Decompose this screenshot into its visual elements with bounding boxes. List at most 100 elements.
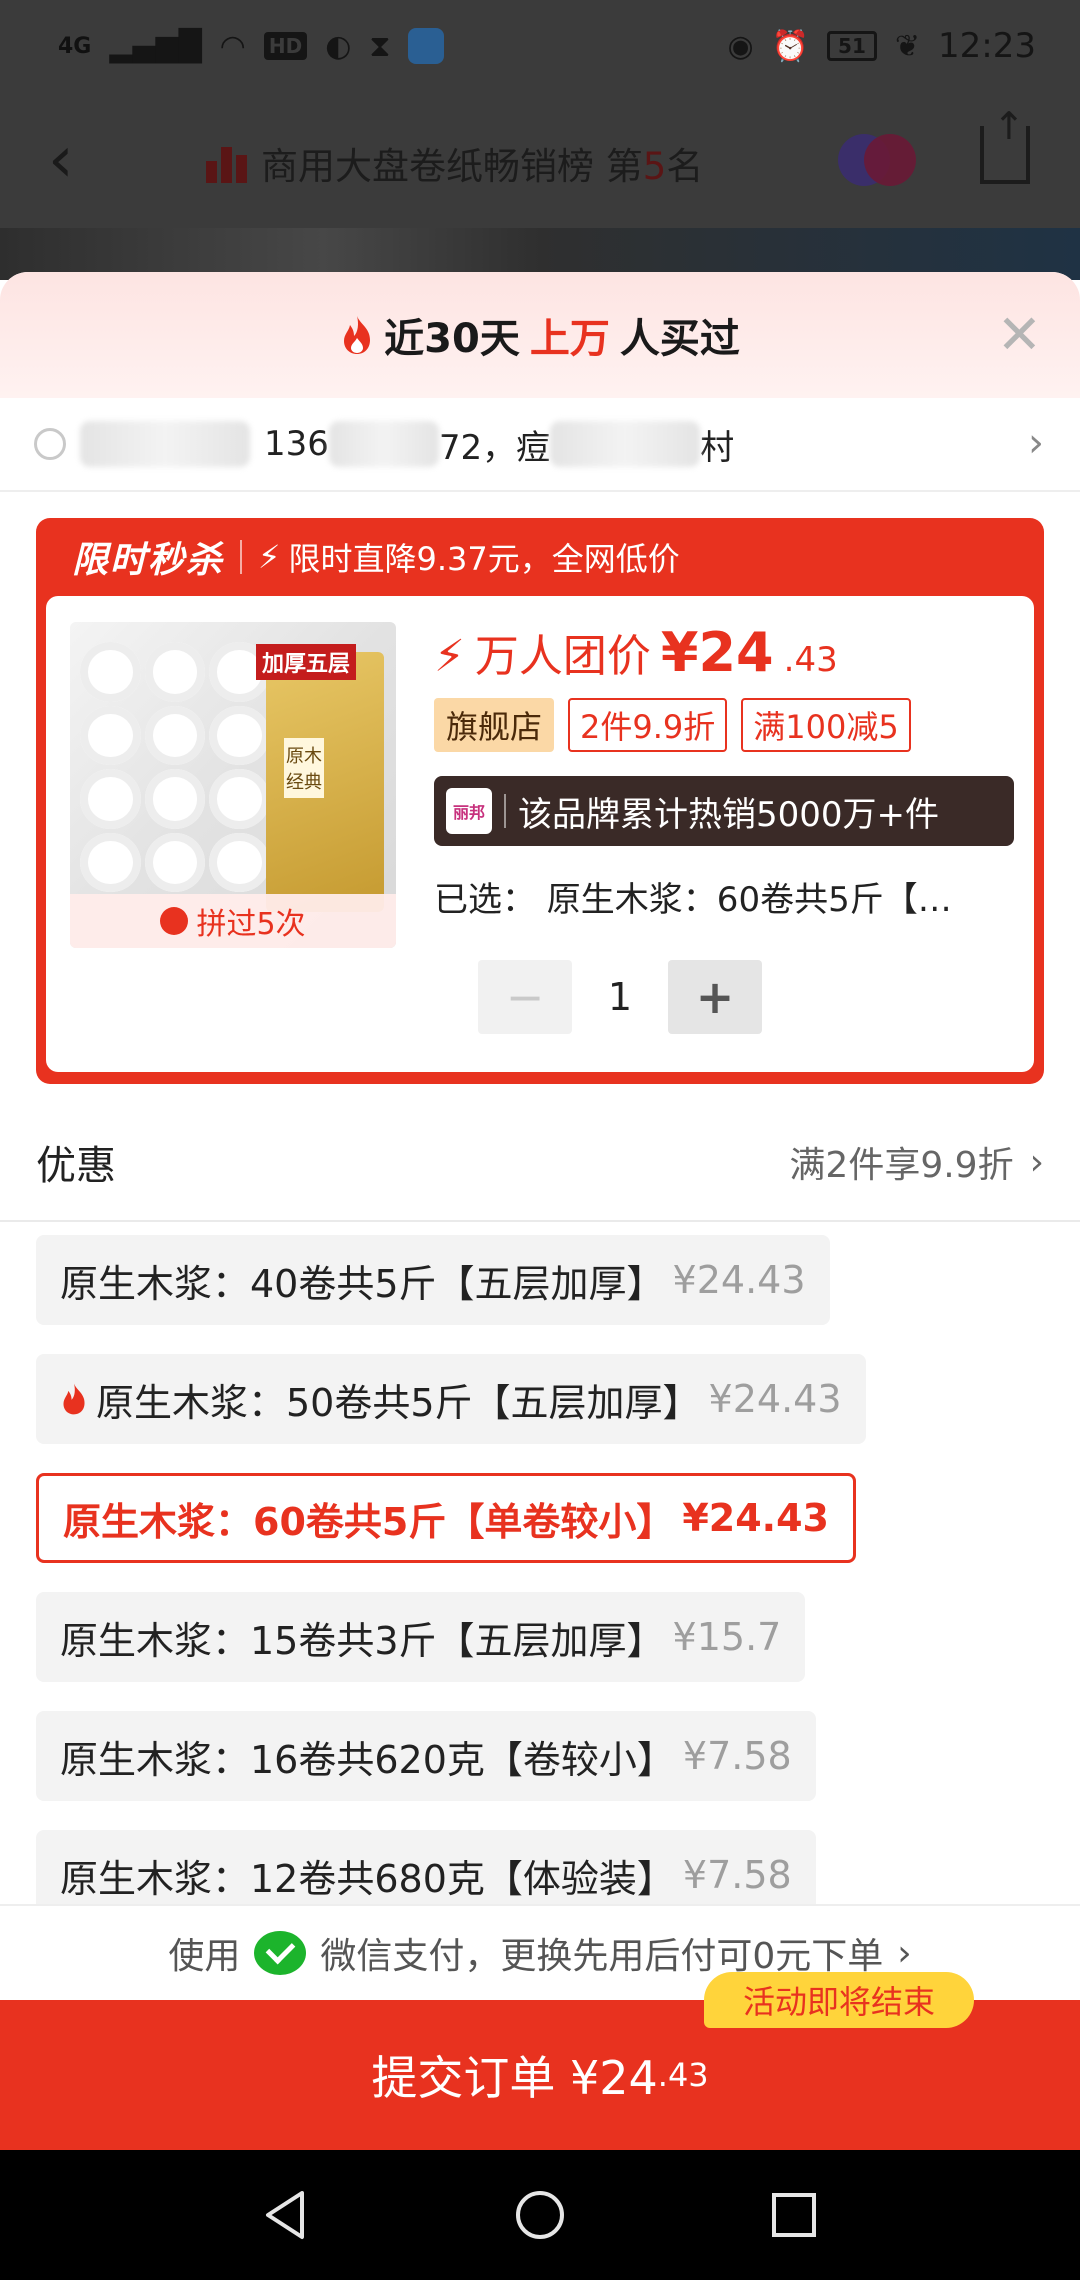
brand-sales-text: 该品牌累计热销5000万+件 bbox=[518, 794, 940, 835]
buyers-highlight: 上万 bbox=[529, 316, 610, 362]
flash-sale-header: 限时秒杀 ⚡ 限时直降9.37元，全网低价 bbox=[36, 518, 1044, 596]
buyers-summary: 近30天 上万 人买过 bbox=[340, 306, 740, 364]
variant-name: 原生木浆：15卷共3斤【五层加厚】 bbox=[60, 1618, 665, 1663]
address-phone-start: 136 bbox=[264, 424, 329, 464]
home-icon[interactable] bbox=[514, 2189, 566, 2241]
background-title-text: 商用大盘卷纸畅销榜 第 bbox=[261, 145, 643, 188]
divider bbox=[504, 794, 506, 828]
redacted-name bbox=[80, 421, 250, 467]
alarm-icon: ⏰ bbox=[771, 28, 810, 64]
fire-icon bbox=[344, 316, 371, 354]
address-tail: 村 bbox=[700, 427, 735, 468]
variant-option[interactable]: 原生木浆：40卷共5斤【五层加厚】 ¥24.43 bbox=[36, 1235, 830, 1325]
variant-name: 原生木浆：50卷共5斤【五层加厚】 bbox=[96, 1380, 701, 1425]
buyers-suffix: 人买过 bbox=[619, 316, 740, 362]
variant-option[interactable]: 原生木浆：50卷共5斤【五层加厚】 ¥24.43 bbox=[36, 1354, 866, 1444]
brand-sales-banner: 丽邦 该品牌累计热销5000万+件 bbox=[434, 776, 1014, 846]
decrease-button[interactable]: − bbox=[478, 960, 572, 1034]
wifi-icon: ◠ bbox=[219, 28, 246, 64]
group-buy-count-text: 拼过5次 bbox=[196, 907, 306, 942]
variant-name: 原生木浆：16卷共620克【卷较小】 bbox=[60, 1737, 675, 1782]
back-icon[interactable] bbox=[262, 2189, 310, 2241]
status-left: 4G ▂▄▆█ ◠ HD ◐ ⧗ bbox=[58, 28, 445, 64]
variant-name: 原生木浆：12卷共680克【体验装】 bbox=[60, 1856, 675, 1901]
variant-price: ¥24.43 bbox=[672, 1258, 806, 1302]
chevron-right-icon: › bbox=[1029, 1141, 1044, 1183]
flash-sale-card: 限时秒杀 ⚡ 限时直降9.37元，全网低价 加厚五层 原木经典 拼过5次 ⚡ 万… bbox=[36, 518, 1044, 1084]
product-info: ⚡ 万人团价 ¥24.43 旗舰店 2件9.9折 满100减5 丽邦 该品牌累计… bbox=[434, 620, 1014, 921]
increase-button[interactable]: + bbox=[668, 960, 762, 1034]
close-icon[interactable]: ✕ bbox=[997, 308, 1042, 362]
promo-tags: 旗舰店 2件9.9折 满100减5 bbox=[434, 698, 1014, 752]
background-title: 商用大盘卷纸畅销榜 第5名 bbox=[206, 136, 703, 190]
product-image[interactable]: 加厚五层 原木经典 拼过5次 bbox=[70, 622, 396, 948]
eye-icon: ◉ bbox=[727, 28, 754, 64]
clock: 12:23 bbox=[938, 26, 1036, 66]
status-right: ◉ ⏰ 51 ❦ 12:23 bbox=[727, 26, 1036, 66]
variant-price: ¥24.43 bbox=[708, 1377, 842, 1421]
mastercard-style-icon bbox=[838, 134, 916, 186]
price-value: ¥24 bbox=[660, 621, 774, 684]
battery-indicator: 51 bbox=[827, 31, 877, 61]
lightning-icon: ⚡ bbox=[258, 538, 281, 576]
wechat-pay-icon bbox=[254, 1931, 307, 1975]
tissue-rolls-graphic bbox=[80, 642, 270, 892]
flash-sale-description: ⚡ 限时直降9.37元，全网低价 bbox=[258, 534, 680, 580]
system-navigation-bar bbox=[0, 2150, 1080, 2280]
variant-option-selected[interactable]: 原生木浆：60卷共5斤【单卷较小】 ¥24.43 bbox=[36, 1473, 856, 1563]
discount-label: 优惠 bbox=[36, 1143, 116, 1189]
variant-price: ¥15.7 bbox=[672, 1615, 782, 1659]
variant-name: 原生木浆：60卷共5斤【单卷较小】 bbox=[63, 1499, 675, 1544]
back-arrow-icon[interactable]: ‹ bbox=[48, 128, 74, 192]
app-notification-icon bbox=[408, 28, 445, 64]
nfc-icon: ◐ bbox=[325, 28, 352, 64]
sheet-header: 近30天 上万 人买过 ✕ bbox=[0, 272, 1080, 398]
group-price: ⚡ 万人团价 ¥24.43 bbox=[434, 620, 1014, 684]
promo-tag: 满100减5 bbox=[741, 698, 911, 752]
discount-value-text: 满2件享9.9折 bbox=[789, 1145, 1014, 1186]
hd-badge: HD bbox=[263, 32, 308, 60]
quantity-value[interactable]: 1 bbox=[572, 975, 668, 1019]
quantity-stepper: − 1 + bbox=[478, 960, 762, 1034]
product-package-graphic: 加厚五层 原木经典 bbox=[256, 644, 384, 912]
buyers-prefix: 近30天 bbox=[384, 316, 520, 362]
leaf-icon: ❦ bbox=[894, 28, 921, 64]
divider bbox=[240, 540, 243, 574]
variant-option[interactable]: 原生木浆：15卷共3斤【五层加厚】 ¥15.7 bbox=[36, 1592, 806, 1682]
redacted-phone bbox=[328, 421, 439, 467]
purchase-sheet: 近30天 上万 人买过 ✕ 136 72，痘 村 › 限时秒杀 ⚡ 限时直降9.37… bbox=[0, 272, 1080, 2150]
submit-order-decimal: .43 bbox=[657, 2056, 709, 2094]
network-indicator: 4G bbox=[58, 33, 92, 59]
flash-sale-desc-text: 限时直降9.37元，全网低价 bbox=[288, 540, 680, 578]
package-label: 原木经典 bbox=[284, 738, 324, 798]
background-page: 4G ▂▄▆█ ◠ HD ◐ ⧗ ◉ ⏰ 51 ❦ 12:23 ‹ 商用大盘卷纸… bbox=[0, 0, 1080, 280]
fire-icon bbox=[63, 1383, 85, 1415]
image-tag: 加厚五层 bbox=[256, 644, 357, 680]
brand-logo: 丽邦 bbox=[446, 788, 492, 834]
price-decimal: .43 bbox=[783, 640, 838, 680]
address-row[interactable]: 136 72，痘 村 › bbox=[0, 398, 1080, 492]
variant-price: ¥7.58 bbox=[682, 1853, 792, 1897]
variant-name: 原生木浆：40卷共5斤【五层加厚】 bbox=[60, 1261, 665, 1306]
lightning-icon: ⚡ bbox=[434, 631, 465, 682]
ranking-icon bbox=[206, 143, 247, 183]
recent-apps-icon[interactable] bbox=[770, 2191, 818, 2239]
pay-hint-prefix: 使用 bbox=[168, 1936, 241, 1977]
background-nav-bar: ‹ 商用大盘卷纸畅销榜 第5名 bbox=[0, 92, 1080, 230]
group-buy-count: 拼过5次 bbox=[70, 894, 396, 948]
address-phone-end: 72，痘 bbox=[438, 427, 551, 468]
rank-number: 5 bbox=[642, 145, 667, 188]
chevron-right-icon: › bbox=[1028, 420, 1044, 466]
chevron-right-icon: › bbox=[897, 1932, 912, 1974]
promo-tag: 2件9.9折 bbox=[568, 698, 728, 752]
product-panel: 加厚五层 原木经典 拼过5次 ⚡ 万人团价 ¥24.43 旗舰店 2件9.9折 bbox=[46, 596, 1034, 1072]
rank-suffix: 名 bbox=[666, 145, 704, 188]
discount-row[interactable]: 优惠 满2件享9.9折 › bbox=[0, 1104, 1080, 1222]
hourglass-icon: ⧗ bbox=[369, 28, 391, 64]
share-icon[interactable] bbox=[980, 104, 1030, 184]
variant-option[interactable]: 原生木浆：16卷共620克【卷较小】 ¥7.58 bbox=[36, 1711, 816, 1801]
price-label: 万人团价 bbox=[474, 631, 651, 682]
flash-sale-logo: 限时秒杀 bbox=[72, 540, 225, 581]
flagship-store-tag: 旗舰店 bbox=[434, 698, 555, 752]
selected-variant: 已选： 原生木浆：60卷共5斤【… bbox=[434, 880, 952, 920]
